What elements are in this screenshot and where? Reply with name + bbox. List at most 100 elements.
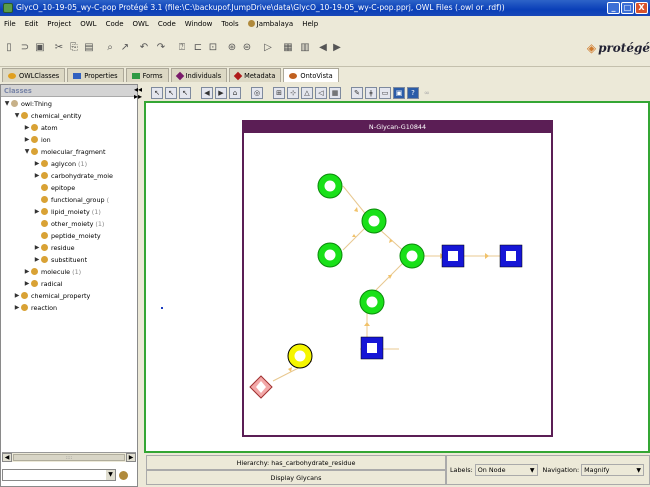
- tree-node-reaction[interactable]: ▶ reaction: [13, 302, 57, 313]
- link-icon[interactable]: ∞: [424, 89, 430, 97]
- find-icon[interactable]: ⌕: [104, 42, 116, 54]
- scroll-right-arrow-icon[interactable]: ▶: [126, 453, 136, 462]
- tree-node-chemical-property[interactable]: ▶ chemical_property: [13, 290, 91, 301]
- text-icon[interactable]: ǂ: [365, 86, 377, 99]
- chevron-down-icon[interactable]: ▼: [530, 465, 535, 476]
- collapsed-triangle-icon[interactable]: ▶: [33, 172, 41, 179]
- copy-icon[interactable]: ⎘: [68, 42, 80, 54]
- tree-node-peptide-moiety[interactable]: peptide_moiety: [41, 230, 101, 241]
- tree-node-molecular-fragment[interactable]: ▼ molecular_fragment: [23, 146, 106, 157]
- search-binoculars-icon[interactable]: ◎: [251, 86, 263, 99]
- layout-icon[interactable]: ▥: [299, 42, 311, 54]
- tab-owlclasses[interactable]: OWLClasses: [2, 68, 66, 82]
- node-filter-icon[interactable]: ⊞: [273, 86, 285, 99]
- cut-icon[interactable]: ✂: [53, 42, 65, 54]
- back-icon[interactable]: ↶: [138, 42, 150, 54]
- menu-jambalaya[interactable]: Jambalaya: [247, 20, 293, 28]
- menu-edit[interactable]: Edit: [25, 20, 39, 28]
- minimize-button[interactable]: _: [607, 2, 620, 14]
- tree-node-owl-thing[interactable]: ▼ owl:Thing: [3, 98, 52, 109]
- home-icon[interactable]: ⌂: [229, 86, 241, 99]
- menu-tools[interactable]: Tools: [221, 20, 238, 28]
- tree-horizontal-scrollbar[interactable]: ◀ :::: ▶: [2, 452, 136, 462]
- glycan-structure-diagram[interactable]: [244, 133, 551, 435]
- collapsed-triangle-icon[interactable]: ▶: [13, 292, 21, 299]
- collapsed-triangle-icon[interactable]: ▶: [23, 136, 31, 143]
- display-icon[interactable]: ▣: [393, 86, 405, 99]
- class-icon[interactable]: ⊏: [192, 42, 204, 54]
- nav-prev-icon[interactable]: ◀: [317, 42, 329, 54]
- open-file-icon[interactable]: ⊃: [19, 42, 31, 54]
- tree-node-aglycon[interactable]: ▶ aglycon (1): [33, 158, 87, 169]
- menu-help[interactable]: Help: [302, 20, 318, 28]
- tab-ontovista[interactable]: OntoVista: [283, 68, 339, 82]
- navigation-select[interactable]: Magnify ▼: [581, 464, 644, 476]
- select-arrow-icon[interactable]: ↖: [151, 86, 163, 99]
- tab-metadata[interactable]: Metadata: [229, 68, 282, 82]
- labels-select[interactable]: On Node ▼: [474, 464, 538, 476]
- collapsed-triangle-icon[interactable]: ▶: [23, 268, 31, 275]
- expanded-triangle-icon[interactable]: ▼: [13, 112, 21, 119]
- forward-arrow-icon[interactable]: ▶: [215, 86, 227, 99]
- tree-node-carbohydrate-moiety[interactable]: ▶ carbohydrate_moie: [33, 170, 113, 181]
- chevron-down-icon[interactable]: ▼: [636, 465, 641, 476]
- tree-node-other-moiety[interactable]: other_moiety (1): [41, 218, 104, 229]
- layout-left-icon[interactable]: ◁: [315, 86, 327, 99]
- export-icon[interactable]: ↗: [119, 42, 131, 54]
- collapsed-triangle-icon[interactable]: ▶: [23, 280, 31, 287]
- save-icon[interactable]: ▣: [34, 42, 46, 54]
- tree-node-atom[interactable]: ▶ atom: [23, 122, 58, 133]
- scrollbar-thumb[interactable]: ::::: [13, 454, 125, 461]
- layout-triangle-icon[interactable]: △: [301, 86, 313, 99]
- label-icon[interactable]: ▭: [379, 86, 391, 99]
- jambalaya-icon[interactable]: [119, 470, 128, 480]
- tree-node-residue[interactable]: ▶ residue: [33, 242, 75, 253]
- nav-next-icon[interactable]: ▶: [331, 42, 343, 54]
- collapsed-triangle-icon[interactable]: ▶: [23, 124, 31, 131]
- scroll-left-arrow-icon[interactable]: ◀: [2, 453, 12, 462]
- menu-window[interactable]: Window: [185, 20, 213, 28]
- reasoner-icon[interactable]: ⊛: [226, 42, 238, 54]
- menu-file[interactable]: File: [4, 20, 16, 28]
- class-search-combo[interactable]: ▼: [2, 469, 116, 481]
- tree-node-epitope[interactable]: epitope: [41, 182, 75, 193]
- edit-node-icon[interactable]: ✎: [351, 86, 363, 99]
- collapsed-triangle-icon[interactable]: ▶: [33, 160, 41, 167]
- expanded-triangle-icon[interactable]: ▼: [3, 100, 11, 107]
- collapse-panel-icon[interactable]: ◂◂ ▸▸: [134, 86, 142, 101]
- display-glycans-button[interactable]: Display Glycans: [146, 470, 446, 485]
- grid-icon[interactable]: ▦: [282, 42, 294, 54]
- consistency-icon[interactable]: ▷: [262, 42, 274, 54]
- glycan-frame[interactable]: N-Glycan-G10844: [242, 120, 553, 437]
- collapsed-triangle-icon[interactable]: ▶: [13, 304, 21, 311]
- tree-node-ion[interactable]: ▶ ion: [23, 134, 51, 145]
- collapsed-triangle-icon[interactable]: ▶: [33, 256, 41, 263]
- tree-node-chemical-entity[interactable]: ▼ chemical_entity: [13, 110, 82, 121]
- tab-forms[interactable]: Forms: [125, 68, 169, 82]
- new-file-icon[interactable]: ▯: [3, 42, 15, 54]
- forward-icon[interactable]: ↷: [155, 42, 167, 54]
- zoom-select-icon[interactable]: ↖: [165, 86, 177, 99]
- expanded-triangle-icon[interactable]: ▼: [23, 148, 31, 155]
- collapsed-triangle-icon[interactable]: ▶: [33, 208, 41, 215]
- magnify-select-icon[interactable]: ↖: [179, 86, 191, 99]
- layout-tree-icon[interactable]: ⊹: [287, 86, 299, 99]
- layout-grid-icon[interactable]: ▦: [329, 86, 341, 99]
- tree-node-substituent[interactable]: ▶ substituent: [33, 254, 87, 265]
- collapsed-triangle-icon[interactable]: ▶: [33, 244, 41, 251]
- chevron-down-icon[interactable]: ▼: [106, 470, 115, 480]
- menu-code[interactable]: Code: [106, 20, 124, 28]
- maximize-button[interactable]: □: [621, 2, 634, 14]
- tree-node-lipid-moiety[interactable]: ▶ lipid_moiety (1): [33, 206, 101, 217]
- help-query-icon[interactable]: ⍰: [176, 42, 188, 54]
- tree-node-radical[interactable]: ▶ radical: [23, 278, 63, 289]
- menu-owl-2[interactable]: OWL: [133, 20, 149, 28]
- tree-node-molecule[interactable]: ▶ molecule (1): [23, 266, 82, 277]
- menu-owl[interactable]: OWL: [80, 20, 96, 28]
- tab-individuals[interactable]: Individuals: [170, 68, 228, 82]
- menu-code-2[interactable]: Code: [158, 20, 176, 28]
- paste-icon[interactable]: ▤: [83, 42, 95, 54]
- menu-project[interactable]: Project: [47, 20, 71, 28]
- help-icon[interactable]: ?: [407, 86, 419, 99]
- classify-icon[interactable]: ⊜: [241, 42, 253, 54]
